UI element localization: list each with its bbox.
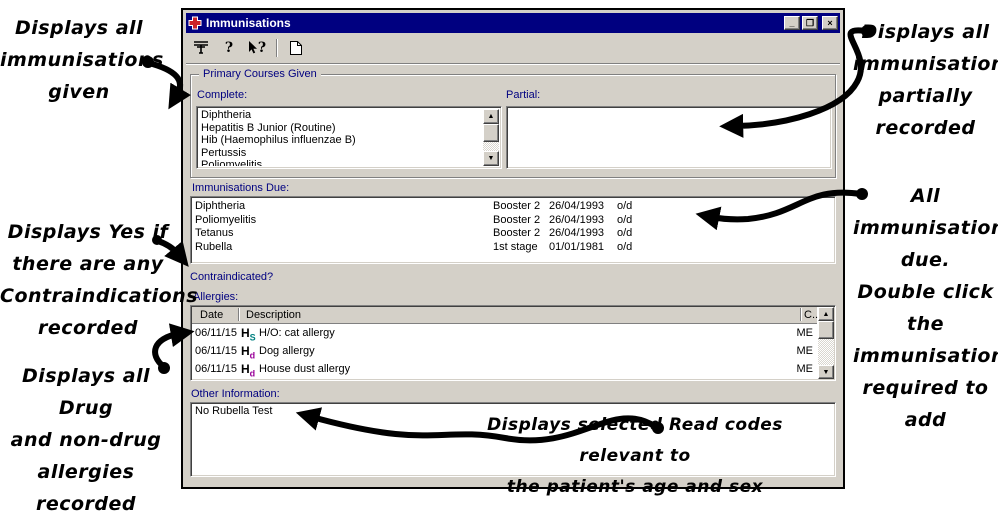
col-date[interactable]: Date: [200, 309, 223, 321]
annotation-bottom-center: Displays selected Read codes relevant to…: [460, 410, 810, 503]
due-row[interactable]: Poliomyelitis Booster 2 26/04/1993 o/d: [191, 214, 835, 228]
annotation-top-left: Displays all immunisations given: [0, 12, 158, 108]
scroll-down-icon[interactable]: ▼: [818, 365, 834, 379]
allergies-table[interactable]: Date Description C.. 06/11/15 HS H/O: ca…: [190, 305, 836, 381]
close-button[interactable]: ×: [822, 16, 838, 30]
partial-listbox[interactable]: [506, 106, 832, 169]
complete-scrollbar[interactable]: ▲ ▼: [483, 109, 499, 166]
list-item[interactable]: Diphtheria: [201, 109, 501, 122]
primary-courses-groupbox: Primary Courses Given Complete: Diphther…: [190, 74, 836, 178]
complete-listbox[interactable]: Diphtheria Hepatitis B Junior (Routine) …: [196, 106, 502, 169]
complete-label: Complete:: [197, 89, 247, 101]
list-item[interactable]: Hepatitis B Junior (Routine): [201, 122, 501, 135]
allergy-row[interactable]: 06/11/15 HS H/O: cat allergy ME: [193, 324, 817, 342]
list-item[interactable]: Poliomyelitis: [201, 159, 501, 166]
col-c[interactable]: C..: [804, 309, 818, 321]
scroll-up-icon[interactable]: ▲: [818, 307, 834, 321]
annotation-bottom-left: Displays all Drug and non-drug allergies…: [0, 360, 172, 520]
scroll-up-icon[interactable]: ▲: [483, 109, 499, 124]
list-item[interactable]: Hib (Haemophilus influenzae B): [201, 134, 501, 147]
immunisations-due-listbox[interactable]: Diphtheria Booster 2 26/04/1993 o/d Poli…: [190, 196, 836, 264]
col-description[interactable]: Description: [246, 309, 301, 321]
allergies-scrollbar[interactable]: ▲ ▼: [818, 307, 834, 379]
column-divider[interactable]: [238, 308, 239, 321]
help-icon[interactable]: ?: [218, 38, 240, 58]
annotation-top-right: Displays all immunisations partially rec…: [853, 16, 998, 144]
context-help-icon[interactable]: ?: [246, 38, 268, 58]
column-divider[interactable]: [800, 308, 801, 321]
syringe-icon[interactable]: [190, 38, 212, 58]
allergies-header-row: Date Description C..: [192, 307, 817, 324]
screenshot-root: { "colors": { "title_bar": "#000080", "l…: [0, 0, 998, 496]
new-document-icon[interactable]: [285, 38, 307, 58]
allergies-label: Allergies:: [193, 291, 238, 303]
title-bar[interactable]: Immunisations _ ❐ ×: [186, 13, 840, 33]
scrollbar-thumb[interactable]: [483, 124, 499, 142]
allergy-row[interactable]: 06/11/15 Hd Dog allergy ME: [193, 342, 817, 360]
allergy-row[interactable]: 06/11/15 Hd House dust allergy ME: [193, 360, 817, 378]
list-item[interactable]: Pertussis: [201, 147, 501, 160]
window-title: Immunisations: [206, 16, 782, 30]
primary-courses-label: Primary Courses Given: [199, 68, 321, 80]
due-row[interactable]: Rubella 1st stage 01/01/1981 o/d: [191, 241, 835, 255]
drug-allergy-icon: Hd: [241, 344, 255, 360]
contraindicated-label: Contraindicated?: [190, 271, 273, 283]
other-information-label: Other Information:: [191, 388, 280, 400]
history-allergy-icon: HS: [241, 326, 256, 342]
partial-label: Partial:: [506, 89, 540, 101]
minimize-button[interactable]: _: [784, 16, 800, 30]
maximize-button[interactable]: ❐: [802, 16, 818, 30]
toolbar: ? ?: [186, 33, 840, 64]
annotation-left-mid: Displays Yes if there are any Contraindi…: [0, 216, 176, 344]
red-cross-icon: [188, 16, 202, 30]
toolbar-separator: [276, 39, 277, 57]
drug-allergy-icon: Hd: [241, 362, 255, 378]
annotation-right-mid: All immunisations due. Double click the …: [853, 180, 998, 436]
due-row[interactable]: Diphtheria Booster 2 26/04/1993 o/d: [191, 200, 835, 214]
scroll-down-icon[interactable]: ▼: [483, 151, 499, 166]
immunisations-due-label: Immunisations Due:: [192, 182, 289, 194]
scrollbar-thumb[interactable]: [818, 321, 834, 339]
due-row[interactable]: Tetanus Booster 2 26/04/1993 o/d: [191, 227, 835, 241]
